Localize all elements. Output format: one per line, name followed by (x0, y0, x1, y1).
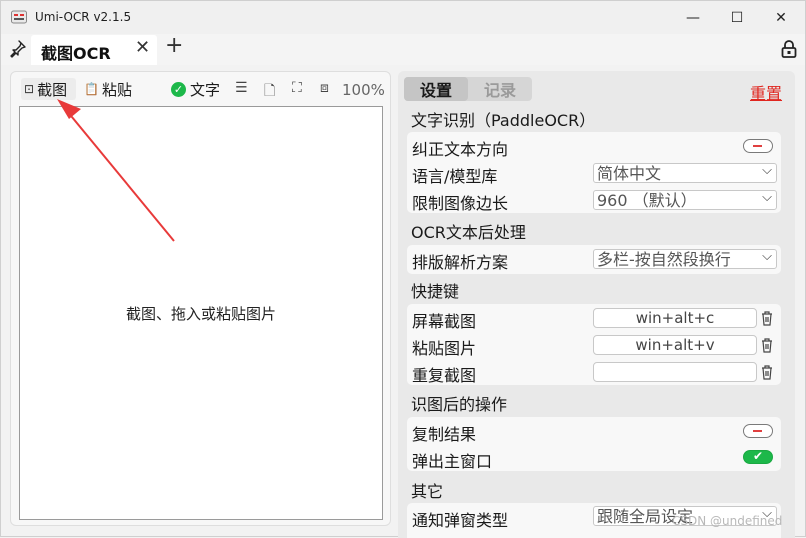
settings-panel: 设置 记录 重置 文字识别（PaddleOCR） 纠正文本方向 语言/模型库 简… (398, 71, 795, 538)
limit-size-value: 960 （默认） (597, 191, 697, 210)
language-select[interactable]: 简体中文 ⌵ (593, 163, 777, 183)
correct-direction-toggle[interactable] (743, 139, 773, 153)
section-title-post: OCR文本后处理 (411, 223, 526, 242)
chevron-down-icon: ⌵ (762, 249, 772, 264)
copy-result-toggle[interactable] (743, 424, 773, 438)
chevron-down-icon: ⌵ (762, 163, 772, 178)
limit-size-label: 限制图像边长 (412, 194, 509, 213)
limit-size-select[interactable]: 960 （默认） ⌵ (593, 190, 777, 210)
language-value: 简体中文 (597, 164, 662, 183)
correct-direction-label: 纠正文本方向 (412, 140, 509, 159)
repeat-capture-label: 重复截图 (412, 366, 477, 385)
language-label: 语言/模型库 (412, 167, 498, 186)
paste-image-hotkey[interactable]: win+alt+v (593, 335, 757, 355)
repeat-capture-hotkey[interactable] (593, 362, 757, 382)
tab-records[interactable]: 记录 (468, 77, 532, 101)
paste-image-label: 粘贴图片 (412, 339, 477, 358)
layout-select[interactable]: 多栏-按自然段换行 ⌵ (593, 249, 777, 269)
chevron-down-icon: ⌵ (762, 190, 772, 205)
layout-label: 排版解析方案 (412, 253, 509, 272)
card-hotkeys: 屏幕截图 win+alt+c 粘贴图片 win+alt+v 重复截图 (407, 304, 781, 385)
layout-value: 多栏-按自然段换行 (597, 250, 731, 269)
copy-result-label: 复制结果 (412, 425, 477, 444)
reset-button[interactable]: 重置 (750, 80, 782, 104)
section-title-other: 其它 (411, 482, 444, 501)
trash-icon[interactable] (760, 364, 774, 380)
card-ocr: 纠正文本方向 语言/模型库 简体中文 ⌵ 限制图像边长 960 （默认） ⌵ (407, 132, 781, 213)
trash-icon[interactable] (760, 337, 774, 353)
card-post: 排版解析方案 多栏-按自然段换行 ⌵ (407, 245, 781, 274)
popup-main-label: 弹出主窗口 (412, 452, 493, 471)
tab-settings[interactable]: 设置 (404, 77, 468, 101)
card-after: 复制结果 弹出主窗口 (407, 417, 781, 471)
notify-type-label: 通知弹窗类型 (412, 511, 509, 530)
app-window: Umi-OCR v2.1.5 — ☐ ✕ 截图OCR ✕ + ⊡ 截图 📋 粘贴… (0, 0, 806, 538)
section-title-hotkeys: 快捷键 (411, 282, 460, 301)
section-title-after: 识图后的操作 (411, 395, 508, 414)
section-title-ocr: 文字识别（PaddleOCR） (411, 111, 596, 130)
popup-main-toggle[interactable] (743, 449, 773, 464)
screen-capture-hotkey[interactable]: win+alt+c (593, 308, 757, 328)
watermark: CSDN @undefined (672, 514, 783, 528)
settings-tabs: 设置 记录 (404, 77, 532, 101)
screen-capture-label: 屏幕截图 (412, 312, 477, 331)
trash-icon[interactable] (760, 310, 774, 326)
